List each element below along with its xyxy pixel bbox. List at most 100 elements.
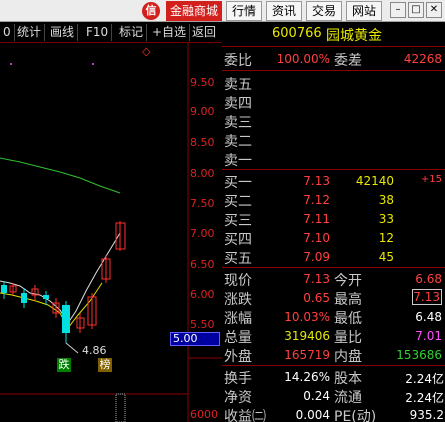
buy2-price: 7.12 xyxy=(303,193,330,207)
drop-marker[interactable]: 跌 xyxy=(57,358,71,372)
y-tick: 5.50 xyxy=(190,318,215,331)
y-tick: 7.00 xyxy=(190,227,215,240)
stat-label: 现价 xyxy=(224,273,252,289)
volume-bar xyxy=(115,393,126,422)
sell1-label: 卖一 xyxy=(224,153,252,169)
quote-panel: 600766 园城黄金 委比 100.00% 委差 42268 卖五 卖四 卖三… xyxy=(222,22,445,422)
rank-marker[interactable]: 榜 xyxy=(98,358,112,372)
net-asset-value: 0.24 xyxy=(303,389,330,403)
stat-label: 内盘 xyxy=(334,349,362,365)
diamond-icon: ◇ xyxy=(142,45,151,58)
current-price-label: 5.00 xyxy=(170,332,220,346)
candle xyxy=(1,285,7,293)
tool-add-watchlist[interactable]: +自选 xyxy=(149,24,191,41)
weibi-label: 委比 xyxy=(224,53,252,69)
current-price: 7.13 xyxy=(303,272,330,286)
buy4-volume: 12 xyxy=(378,231,394,245)
minimize-icon[interactable]: – xyxy=(390,2,406,18)
buy1-change: +15 xyxy=(420,174,442,185)
buy1-label: 买一 xyxy=(224,175,252,191)
weicha-label: 委差 xyxy=(334,53,362,69)
stat-label: 最低 xyxy=(334,311,362,327)
pe-value: 935.2 xyxy=(409,408,444,422)
y-tick: 8.50 xyxy=(190,136,215,149)
eps-label: 收益㈡ xyxy=(224,409,266,422)
website-button[interactable]: 网站 xyxy=(346,1,382,21)
marker-dot xyxy=(92,63,94,65)
title-bar: 信 金融商城 行情 资讯 交易 网站 – □ ✕ xyxy=(0,0,445,22)
change-value: 0.65 xyxy=(303,291,330,305)
buy4-price: 7.10 xyxy=(303,231,330,245)
weibi-value: 100.00% xyxy=(276,52,330,66)
sell2-label: 卖二 xyxy=(224,134,252,150)
close-icon[interactable]: ✕ xyxy=(426,2,442,18)
change-percent: 10.03% xyxy=(284,310,330,324)
buy1-volume: 42140 xyxy=(355,174,394,188)
ma-line-green xyxy=(0,157,121,194)
maximize-icon[interactable]: □ xyxy=(408,2,424,18)
stat-label: 外盘 xyxy=(224,349,252,365)
net-asset-label: 净资 xyxy=(224,390,252,406)
sell5-label: 卖五 xyxy=(224,77,252,93)
buy5-volume: 45 xyxy=(378,250,394,264)
tool-back[interactable]: 返回 xyxy=(189,24,219,41)
stat-label: 最高 xyxy=(334,292,362,308)
buy3-label: 买三 xyxy=(224,213,252,229)
buy2-label: 买二 xyxy=(224,194,252,210)
stock-code: 600766 xyxy=(272,26,322,41)
low-price: 6.48 xyxy=(415,310,442,324)
equity-value: 2.24亿 xyxy=(405,372,444,386)
pe-label: PE(动) xyxy=(334,409,377,422)
stock-name: 园城黄金 xyxy=(326,28,382,44)
equity-label: 股本 xyxy=(334,371,362,387)
stat-label: 今开 xyxy=(334,273,362,289)
y-tick-volume: 6000 xyxy=(190,408,218,421)
stat-label: 总量 xyxy=(224,330,252,346)
total-volume: 319406 xyxy=(284,329,330,343)
buy1-price: 7.13 xyxy=(303,174,330,188)
stat-label: 涨跌 xyxy=(224,292,252,308)
tool-mark[interactable]: 标记 xyxy=(116,24,148,41)
float-value: 2.24亿 xyxy=(405,391,444,405)
candle xyxy=(21,293,27,303)
y-tick: 7.50 xyxy=(190,197,215,210)
kline-chart[interactable]: ◇ 9.50 9.00 8.50 8.00 7.50 7.00 6.50 6.0… xyxy=(0,43,222,422)
buy5-label: 买五 xyxy=(224,251,252,267)
float-label: 流通 xyxy=(334,390,362,406)
tool-f10[interactable]: F10 xyxy=(83,24,113,41)
outer-volume: 165719 xyxy=(284,348,330,362)
volume-ratio: 7.01 xyxy=(415,329,442,343)
y-tick: 9.00 xyxy=(190,105,215,118)
candle xyxy=(43,295,49,299)
open-price: 6.68 xyxy=(415,272,442,286)
tool-item-0[interactable]: 0 xyxy=(0,24,15,41)
y-tick: 9.50 xyxy=(190,76,215,89)
mall-button[interactable]: 金融商城 xyxy=(166,1,222,21)
chart-toolbar: 0 统计 画线 F10 标记 +自选 返回 xyxy=(0,22,222,43)
buy4-label: 买四 xyxy=(224,232,252,248)
turnover-label: 换手 xyxy=(224,371,252,387)
candle xyxy=(62,305,70,333)
sell4-label: 卖四 xyxy=(224,96,252,112)
stat-label: 量比 xyxy=(334,330,362,346)
inner-volume: 153686 xyxy=(396,348,442,362)
eps-value: 0.004 xyxy=(295,408,330,422)
news-button[interactable]: 资讯 xyxy=(266,1,302,21)
buy3-volume: 33 xyxy=(378,212,394,226)
stat-label: 涨幅 xyxy=(224,311,252,327)
turnover-value: 14.26% xyxy=(284,370,330,384)
buy2-volume: 38 xyxy=(378,193,394,207)
y-tick: 6.00 xyxy=(190,288,215,301)
high-price: 7.13 xyxy=(412,289,442,305)
trade-button[interactable]: 交易 xyxy=(306,1,342,21)
marker-dot xyxy=(10,63,12,65)
market-button[interactable]: 行情 xyxy=(226,1,262,21)
low-price-label: 4.86 xyxy=(82,344,107,357)
buy3-price: 7.11 xyxy=(303,212,330,226)
tool-stats[interactable]: 统计 xyxy=(14,24,46,41)
tool-draw[interactable]: 画线 xyxy=(47,24,79,41)
y-tick: 6.50 xyxy=(190,258,215,271)
candles xyxy=(1,221,126,343)
sell3-label: 卖三 xyxy=(224,115,252,131)
buy5-price: 7.09 xyxy=(303,250,330,264)
